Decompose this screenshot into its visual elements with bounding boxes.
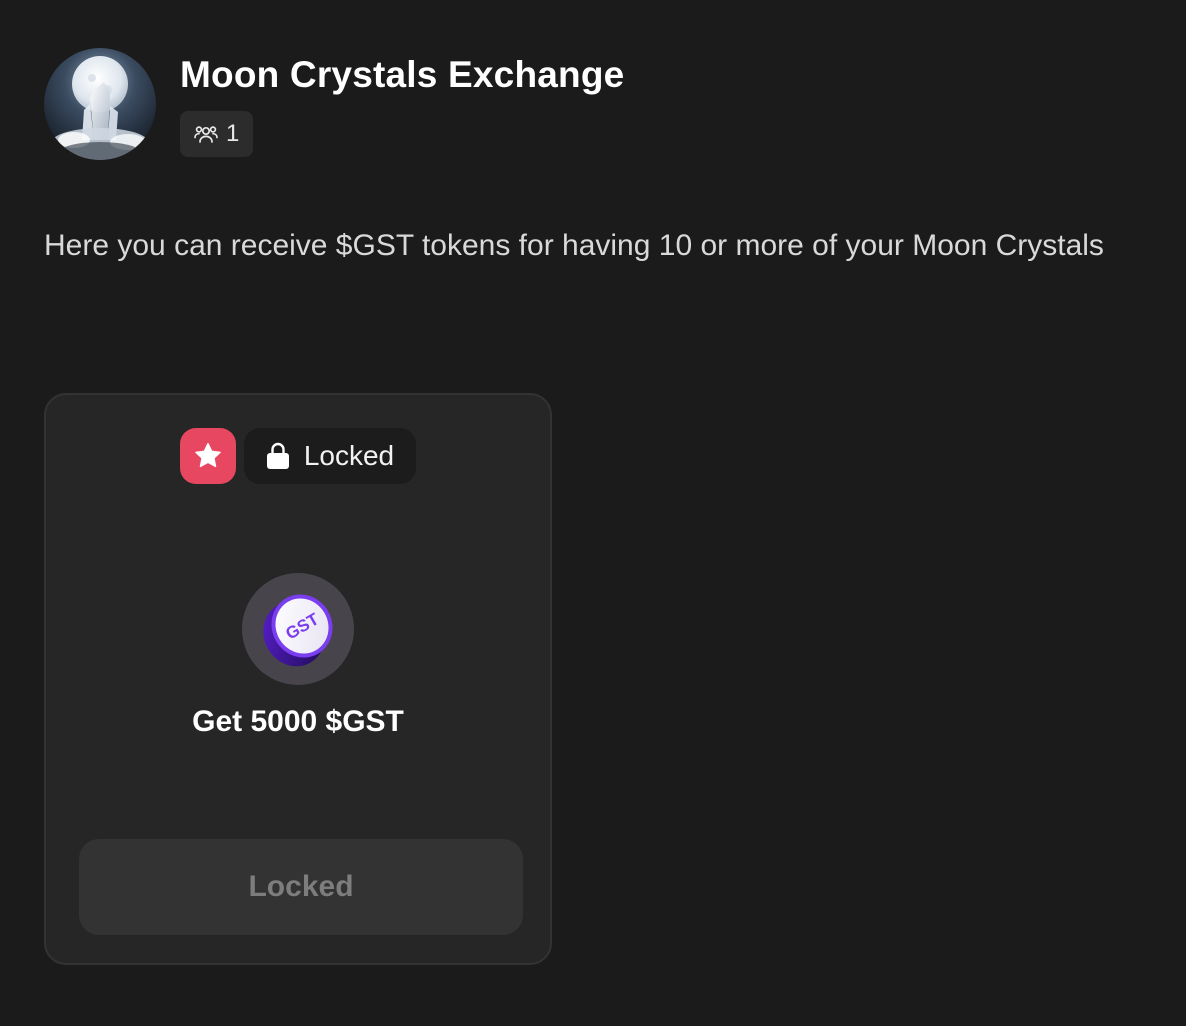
card-badges: Locked xyxy=(46,428,550,484)
gst-token-icon: GST xyxy=(263,594,333,667)
claim-button[interactable]: Locked xyxy=(79,839,523,935)
page-title: Moon Crystals Exchange xyxy=(180,54,625,95)
member-count: 1 xyxy=(226,120,240,147)
moon-crystal-avatar-icon xyxy=(44,48,156,160)
members-icon xyxy=(194,123,218,145)
token-image: GST xyxy=(242,573,354,685)
lock-status-label: Locked xyxy=(303,440,395,471)
header-text: Moon Crystals Exchange 1 xyxy=(180,48,624,157)
lock-icon xyxy=(266,442,289,469)
quest-description: Here you can receive $GST tokens for hav… xyxy=(44,229,1104,262)
star-icon xyxy=(195,443,221,468)
reward-title: Get 5000 $GST xyxy=(192,705,404,738)
member-count-badge[interactable]: 1 xyxy=(180,111,254,157)
reward-card: Locked GST Get 5000 $GST Locked xyxy=(44,393,552,965)
community-avatar xyxy=(44,48,156,160)
featured-badge xyxy=(179,428,236,484)
page-header: Moon Crystals Exchange 1 xyxy=(44,48,624,160)
lock-status-badge: Locked xyxy=(243,428,417,484)
quest-page: Moon Crystals Exchange 1 Here you can re… xyxy=(0,0,1186,1026)
